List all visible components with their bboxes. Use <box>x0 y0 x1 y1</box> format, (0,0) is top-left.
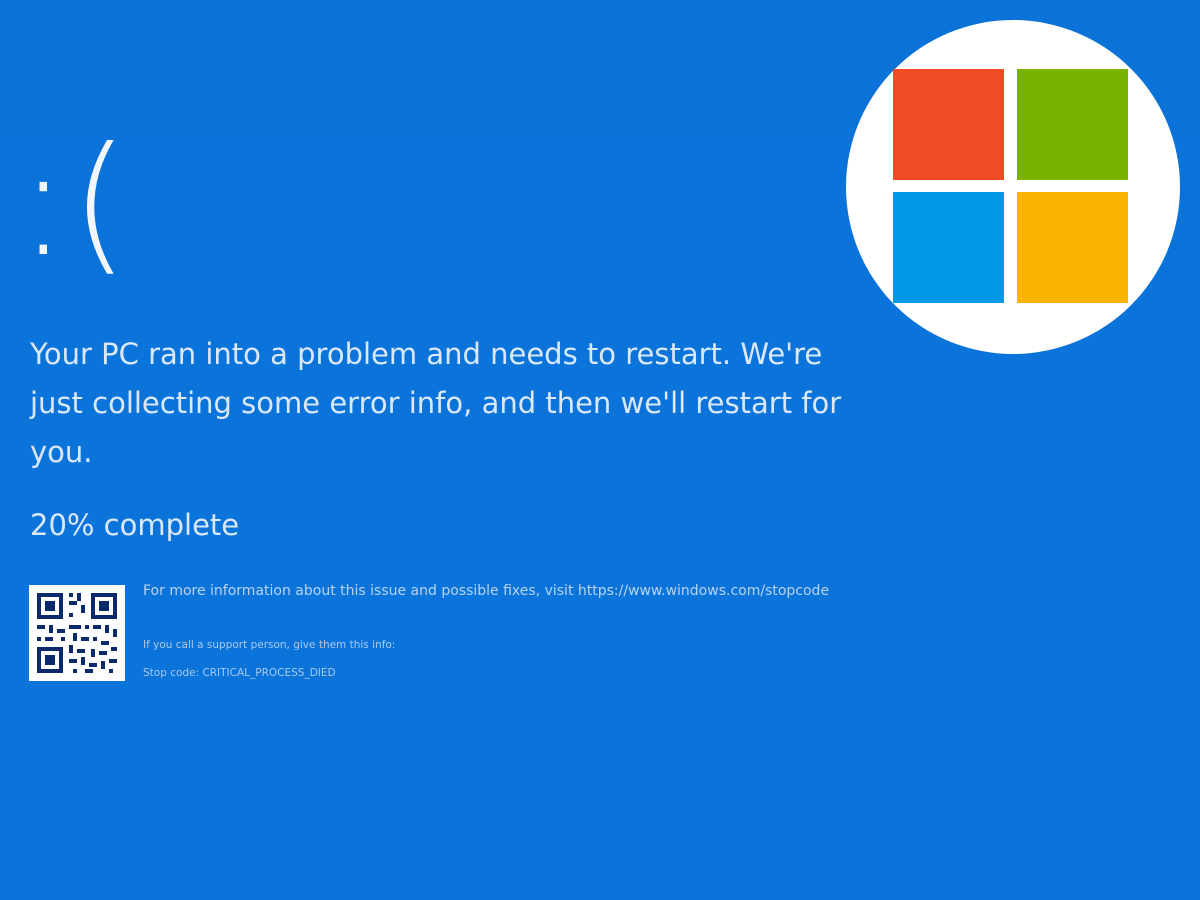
logo-green-tile <box>1017 69 1128 180</box>
sad-face-icon: :( <box>18 116 132 290</box>
logo-red-tile <box>893 69 1004 180</box>
logo-yellow-tile <box>1017 192 1128 303</box>
qr-code-icon <box>29 585 125 681</box>
progress-text: 20% complete <box>30 508 240 542</box>
stop-code-text: Stop code: CRITICAL_PROCESS_DIED <box>143 667 336 679</box>
logo-blue-tile <box>893 192 1004 303</box>
stopcode-info-text: For more information about this issue an… <box>143 583 830 599</box>
bsod-screen: :( Your PC ran into a problem and needs … <box>0 0 1200 900</box>
error-message: Your PC ran into a problem and needs to … <box>30 337 842 469</box>
microsoft-logo-badge <box>846 20 1180 354</box>
support-info-text: If you call a support person, give them … <box>143 639 396 651</box>
